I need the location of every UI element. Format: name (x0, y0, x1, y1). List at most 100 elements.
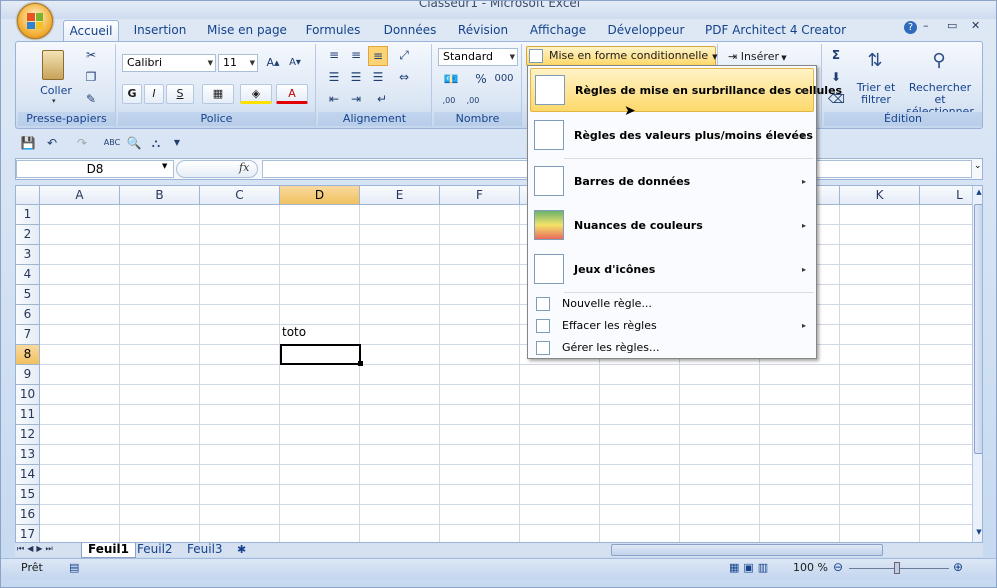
save-icon[interactable]: 💾 (19, 134, 37, 152)
menu-item-data-bars[interactable]: Barres de données ▸ (530, 160, 814, 204)
row-header-7[interactable]: 7 (16, 325, 40, 345)
tab-accueil[interactable]: Accueil (63, 20, 119, 41)
font-name-dropdown-icon[interactable]: ▼ (208, 55, 213, 71)
font-size-dropdown-icon[interactable]: ▼ (250, 55, 255, 71)
row-header-14[interactable]: 14 (16, 465, 40, 485)
column-header-f[interactable]: F (440, 186, 520, 205)
sort-filter-icon[interactable]: ⇅ (862, 50, 888, 76)
font-color-icon[interactable]: A (276, 84, 308, 104)
name-box[interactable]: D8 (16, 160, 174, 178)
conditional-formatting-button[interactable]: Mise en forme conditionnelle ▼ (526, 46, 718, 66)
row-header-2[interactable]: 2 (16, 225, 40, 245)
tab-formules[interactable]: Formules (305, 20, 361, 41)
underline-button[interactable]: S (166, 84, 194, 104)
undo-icon[interactable]: ↶ (41, 134, 63, 152)
scroll-up-icon[interactable]: ▲ (974, 188, 982, 198)
horizontal-scroll-thumb[interactable] (611, 544, 883, 556)
decrease-indent-icon[interactable]: ⇤ (324, 90, 344, 108)
tab-pdf-architect[interactable]: PDF Architect 4 Creator (705, 20, 846, 41)
macro-record-icon[interactable]: ▤ (69, 561, 79, 574)
close-icon[interactable]: ✕ (971, 19, 980, 32)
tab-affichage[interactable]: Affichage (527, 20, 589, 41)
menu-item-color-scales[interactable]: Nuances de couleurs ▸ (530, 204, 814, 248)
zoom-out-icon[interactable]: ⊖ (833, 560, 843, 574)
row-header-5[interactable]: 5 (16, 285, 40, 305)
menu-item-highlight-rules[interactable]: Règles de mise en surbrillance des cellu… (530, 68, 842, 112)
zoom-slider-thumb[interactable] (894, 562, 900, 574)
bold-button[interactable]: G (122, 84, 142, 104)
shrink-font-icon[interactable]: A▾ (286, 54, 304, 72)
column-header-b[interactable]: B (120, 186, 200, 205)
align-middle-icon[interactable]: ≡ (346, 46, 366, 64)
sheet-tab-feuil3[interactable]: Feuil3 (181, 543, 229, 558)
fill-handle[interactable] (358, 361, 363, 366)
row-header-16[interactable]: 16 (16, 505, 40, 525)
row-header-4[interactable]: 4 (16, 265, 40, 285)
percent-button[interactable]: % (472, 70, 490, 88)
view-buttons-icon[interactable]: ▦▣▥ (729, 561, 772, 574)
row-header-9[interactable]: 9 (16, 365, 40, 385)
network-icon[interactable]: ⛬ (147, 134, 165, 152)
row-header-3[interactable]: 3 (16, 245, 40, 265)
active-cell-d8[interactable] (280, 344, 361, 365)
format-painter-icon[interactable]: ✎ (82, 90, 100, 108)
tab-mise-en-page[interactable]: Mise en page (207, 20, 287, 41)
row-header-12[interactable]: 12 (16, 425, 40, 445)
borders-icon[interactable]: ▦ (202, 84, 234, 104)
sheet-tab-feuil2[interactable]: Feuil2 (131, 543, 179, 558)
customize-qat-icon[interactable]: ▼ (171, 134, 183, 152)
align-left-icon[interactable]: ☰ (324, 68, 344, 86)
paste-button[interactable]: Coller (36, 84, 76, 97)
number-format-dropdown-icon[interactable]: ▼ (510, 49, 515, 65)
spelling-icon[interactable]: ABC (103, 134, 121, 152)
vertical-scroll-thumb[interactable] (974, 204, 982, 454)
cut-icon[interactable]: ✂ (82, 46, 100, 64)
insert-button[interactable]: ⇥ Insérer ▼ (728, 50, 787, 63)
copy-icon[interactable]: ❐ (82, 68, 100, 86)
italic-button[interactable]: I (144, 84, 164, 104)
binoculars-icon[interactable]: ⚲ (926, 50, 952, 76)
row-header-8[interactable]: 8 (16, 345, 40, 365)
paste-dropdown-icon[interactable]: ▾ (52, 97, 56, 105)
currency-icon[interactable]: 💶 (438, 70, 464, 88)
row-header-11[interactable]: 11 (16, 405, 40, 425)
sort-filter-button[interactable]: Trier et filtrer (854, 82, 898, 106)
number-format-combo[interactable]: Standard ▼ (438, 48, 518, 66)
redo-icon[interactable]: ↷ (71, 134, 93, 152)
cell-d7[interactable]: toto (282, 325, 306, 339)
tab-developpeur[interactable]: Développeur (607, 20, 685, 41)
minimize-ribbon-icon[interactable]: – (923, 19, 929, 32)
office-button[interactable] (17, 3, 53, 39)
column-header-c[interactable]: C (200, 186, 280, 205)
paste-icon[interactable] (42, 50, 64, 80)
column-header-k[interactable]: K (840, 186, 920, 205)
autosum-button[interactable]: Σ (828, 46, 844, 64)
merge-center-icon[interactable]: ⇔ (394, 68, 414, 86)
menu-item-new-rule[interactable]: Nouvelle règle... (530, 293, 814, 315)
column-header-a[interactable]: A (40, 186, 120, 205)
row-header-13[interactable]: 13 (16, 445, 40, 465)
align-right-icon[interactable]: ☰ (368, 68, 388, 86)
expand-formula-bar-icon[interactable]: ⌄ (974, 161, 982, 171)
tab-insertion[interactable]: Insertion (131, 20, 189, 41)
name-box-dropdown-icon[interactable]: ▼ (162, 162, 167, 170)
row-header-1[interactable]: 1 (16, 205, 40, 225)
tab-revision[interactable]: Révision (455, 20, 511, 41)
menu-item-top-bottom-rules[interactable]: Règles des valeurs plus/moins élevées ▸ (530, 114, 814, 158)
menu-item-manage-rules[interactable]: Gérer les règles... (530, 337, 814, 359)
align-center-icon[interactable]: ☰ (346, 68, 366, 86)
increase-indent-icon[interactable]: ⇥ (346, 90, 366, 108)
column-header-e[interactable]: E (360, 186, 440, 205)
zoom-in-icon[interactable]: ⊕ (953, 560, 963, 574)
row-header-17[interactable]: 17 (16, 525, 40, 542)
scroll-down-icon[interactable]: ▼ (974, 528, 982, 538)
font-name-combo[interactable]: Calibri ▼ (122, 54, 216, 72)
align-top-icon[interactable]: ≡ (324, 46, 344, 64)
menu-item-icon-sets[interactable]: Jeux d'icônes ▸ (530, 248, 814, 292)
tab-donnees[interactable]: Données (381, 20, 439, 41)
restore-icon[interactable]: ▭ (947, 19, 957, 32)
font-size-combo[interactable]: 11 ▼ (218, 54, 258, 72)
row-header-10[interactable]: 10 (16, 385, 40, 405)
thousands-button[interactable]: 000 (492, 70, 516, 88)
worksheet-grid[interactable]: ABCDEFGHIJKL 1234567891011121314151617 t… (15, 185, 983, 543)
